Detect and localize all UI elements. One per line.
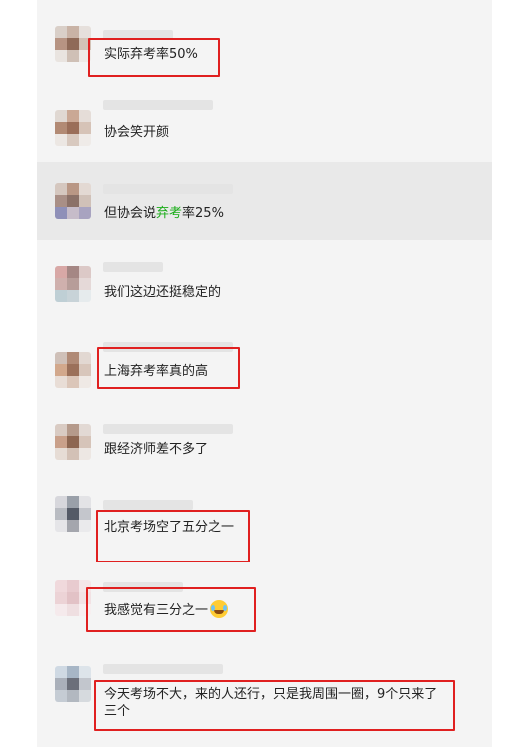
message-text: 我们这边还挺稳定的 bbox=[104, 285, 222, 300]
contact-name-blurred bbox=[103, 262, 163, 272]
message-text: 跟经济师差不多了 bbox=[104, 442, 209, 457]
avatar bbox=[55, 580, 91, 616]
avatar bbox=[55, 352, 91, 388]
list-item[interactable]: 我感觉有三分之一 bbox=[37, 562, 492, 651]
contact-name-blurred bbox=[103, 500, 193, 510]
list-item[interactable]: 跟经济师差不多了 bbox=[37, 400, 492, 481]
list-item[interactable]: 实际弃考率50% bbox=[37, 0, 492, 83]
avatar bbox=[55, 496, 91, 532]
message-text: 我感觉有三分之一 bbox=[104, 600, 229, 619]
list-item[interactable]: 上海弃考率真的高 bbox=[37, 320, 492, 401]
message-text: 协会笑开颜 bbox=[104, 125, 170, 140]
message-text: 今天考场不大，来的人还行，只是我周围一圈，9个只来了三个 bbox=[104, 687, 438, 719]
contact-name-blurred bbox=[103, 342, 233, 352]
contact-name-blurred bbox=[103, 184, 233, 194]
avatar bbox=[55, 183, 91, 219]
contact-name-blurred bbox=[103, 424, 233, 434]
laughing-crying-emoji-icon bbox=[210, 600, 229, 618]
list-item[interactable]: 我们这边还挺稳定的 bbox=[37, 240, 492, 321]
message-text: 北京考场空了五分之一 bbox=[104, 520, 235, 535]
chat-list: 实际弃考率50% 协会笑开颜 但协会说弃考率25% 我们这边还挺稳定的 上海弃考… bbox=[37, 0, 492, 747]
avatar bbox=[55, 110, 91, 146]
message-text: 但协会说弃考率25% bbox=[104, 206, 224, 221]
list-item[interactable]: 北京考场空了五分之一 bbox=[37, 480, 492, 563]
contact-name-blurred bbox=[103, 582, 183, 592]
list-item[interactable]: 今天考场不大，来的人还行，只是我周围一圈，9个只来了三个 bbox=[37, 650, 492, 747]
list-item[interactable]: 但协会说弃考率25% bbox=[37, 162, 492, 241]
list-item[interactable]: 协会笑开颜 bbox=[37, 82, 492, 163]
message-text: 实际弃考率50% bbox=[104, 47, 198, 62]
message-text: 上海弃考率真的高 bbox=[104, 364, 209, 379]
contact-name-blurred bbox=[103, 30, 173, 40]
contact-name-blurred bbox=[103, 100, 213, 110]
avatar bbox=[55, 666, 91, 702]
avatar bbox=[55, 424, 91, 460]
avatar bbox=[55, 266, 91, 302]
contact-name-blurred bbox=[103, 664, 223, 674]
avatar bbox=[55, 26, 91, 62]
